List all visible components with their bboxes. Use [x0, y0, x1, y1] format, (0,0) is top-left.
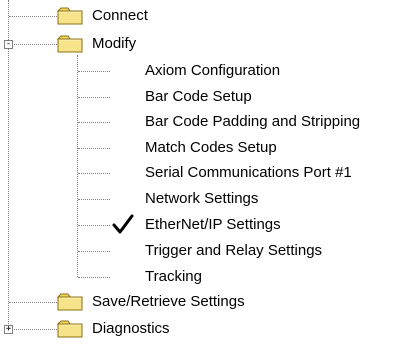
tree-node-label: Bar Code Setup — [145, 88, 252, 105]
settings-tree: Connect - Modify Axiom Configuration Bar… — [0, 0, 396, 352]
connector-connect — [9, 16, 59, 17]
tree-node-axiom-configuration[interactable]: Axiom Configuration — [145, 60, 280, 82]
tree-node-label: Modify — [92, 35, 137, 52]
folder-icon — [56, 7, 83, 25]
tree-node-bar-code-padding[interactable]: Bar Code Padding and Stripping — [145, 111, 360, 133]
tree-node-label: Connect — [92, 7, 148, 24]
tree-node-label: Bar Code Padding and Stripping — [145, 113, 361, 130]
tree-node-tracking[interactable]: Tracking — [145, 266, 202, 288]
tree-node-label: Serial Communications Port #1 — [145, 164, 352, 181]
minus-icon: - — [5, 39, 12, 49]
connector-padding — [78, 122, 110, 123]
connector-barcode — [78, 97, 110, 98]
collapse-toggle-modify[interactable]: - — [4, 40, 13, 49]
tree-node-label: Network Settings — [145, 190, 259, 207]
connector-modify — [14, 44, 59, 45]
connector-axiom — [78, 71, 110, 72]
connector-ethernet — [78, 225, 110, 226]
folder-icon — [56, 35, 83, 53]
tree-node-label: Match Codes Setup — [145, 139, 277, 156]
connector-serial — [78, 173, 110, 174]
connector-save — [9, 302, 59, 303]
connector-trigger — [78, 251, 110, 252]
tree-node-diagnostics[interactable]: Diagnostics — [56, 318, 170, 340]
tree-node-label: Diagnostics — [92, 320, 170, 337]
tree-modify-vline — [77, 55, 78, 277]
tree-node-trigger-relay[interactable]: Trigger and Relay Settings — [145, 240, 322, 262]
tree-node-serial-port-1[interactable]: Serial Communications Port #1 — [145, 162, 352, 184]
tree-node-match-codes-setup[interactable]: Match Codes Setup — [145, 137, 277, 159]
tree-node-label: EtherNet/IP Settings — [145, 216, 281, 233]
tree-node-modify[interactable]: Modify — [56, 33, 137, 55]
tree-node-label: Trigger and Relay Settings — [145, 242, 323, 259]
tree-node-save-retrieve[interactable]: Save/Retrieve Settings — [56, 291, 245, 313]
tree-root-vline — [8, 0, 9, 330]
tree-node-label: Save/Retrieve Settings — [92, 293, 245, 310]
folder-icon — [56, 320, 83, 338]
tree-node-ethernet-ip-settings[interactable]: EtherNet/IP Settings — [145, 214, 281, 236]
tree-node-bar-code-setup[interactable]: Bar Code Setup — [145, 86, 252, 108]
connector-match — [78, 148, 110, 149]
folder-icon — [56, 293, 83, 311]
plus-icon: + — [5, 324, 12, 334]
tree-node-connect[interactable]: Connect — [56, 5, 148, 27]
expand-toggle-diagnostics[interactable]: + — [4, 325, 13, 334]
tree-node-network-settings[interactable]: Network Settings — [145, 188, 258, 210]
tree-node-label: Tracking — [145, 268, 202, 285]
checkmark-icon — [112, 213, 134, 235]
connector-network — [78, 199, 110, 200]
tree-node-label: Axiom Configuration — [145, 62, 281, 79]
connector-diagnostics — [14, 329, 59, 330]
connector-tracking — [78, 277, 110, 278]
